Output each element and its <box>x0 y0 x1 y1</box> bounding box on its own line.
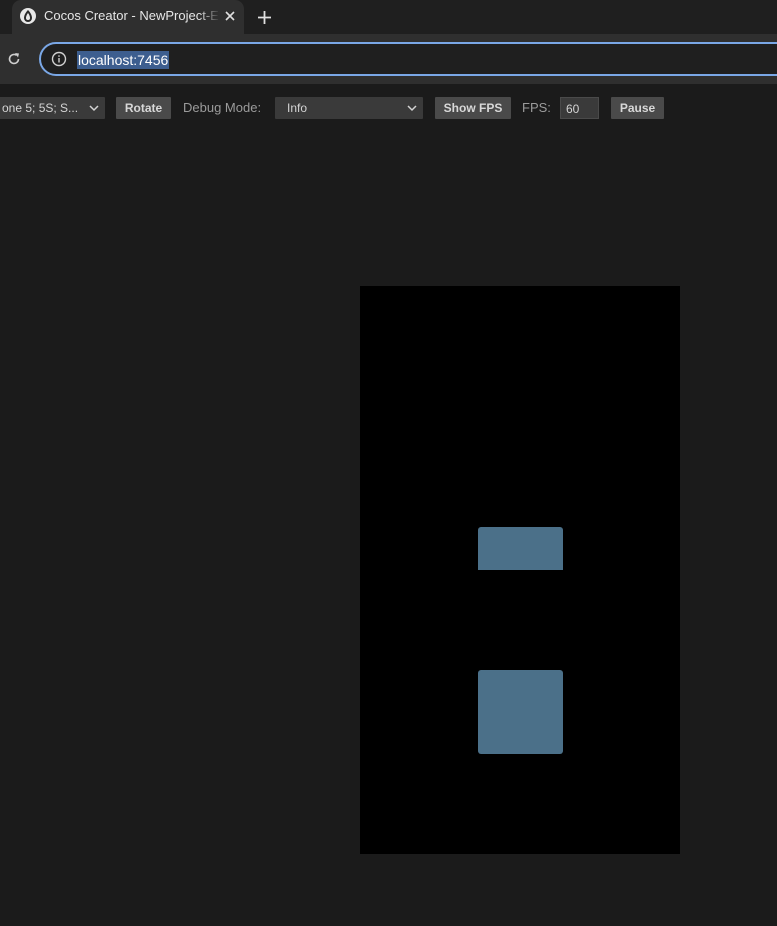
debug-mode-value: Info <box>287 101 308 115</box>
show-fps-button[interactable]: Show FPS <box>435 97 511 119</box>
chevron-down-icon <box>407 105 417 112</box>
cocos-favicon-icon <box>20 8 36 24</box>
browser-tab[interactable]: Cocos Creator - NewProject-Example <box>12 0 244 34</box>
game-canvas[interactable] <box>360 286 680 854</box>
browser-tab-strip: Cocos Creator - NewProject-Example <box>0 0 777 34</box>
tab-title: Cocos Creator - NewProject-Example <box>44 8 220 23</box>
address-input[interactable]: localhost:7456 <box>39 42 777 76</box>
address-toolbar: localhost:7456 <box>0 34 777 84</box>
reload-icon <box>8 53 20 65</box>
fps-input[interactable]: 60 <box>560 97 599 119</box>
plus-icon <box>257 10 271 24</box>
new-tab-button[interactable] <box>252 5 276 29</box>
url-text[interactable]: localhost:7456 <box>77 51 170 69</box>
rotate-button[interactable]: Rotate <box>116 97 171 119</box>
close-icon[interactable] <box>220 6 240 26</box>
pause-button[interactable]: Pause <box>611 97 664 119</box>
reload-button[interactable] <box>4 49 24 69</box>
debug-mode-label: Debug Mode: <box>183 100 262 115</box>
device-select-value: one 5; 5S; S... <box>2 101 79 115</box>
device-select[interactable]: one 5; 5S; S... <box>0 97 105 119</box>
chevron-down-icon <box>89 105 99 112</box>
info-icon[interactable] <box>51 51 67 67</box>
debug-mode-select[interactable]: Info <box>275 97 423 119</box>
fps-label: FPS: <box>522 100 551 115</box>
bottom-sprite-block <box>478 670 563 754</box>
top-sprite-block <box>478 527 563 570</box>
preview-toolbar: one 5; 5S; S... Rotate Debug Mode: Info … <box>0 84 777 132</box>
